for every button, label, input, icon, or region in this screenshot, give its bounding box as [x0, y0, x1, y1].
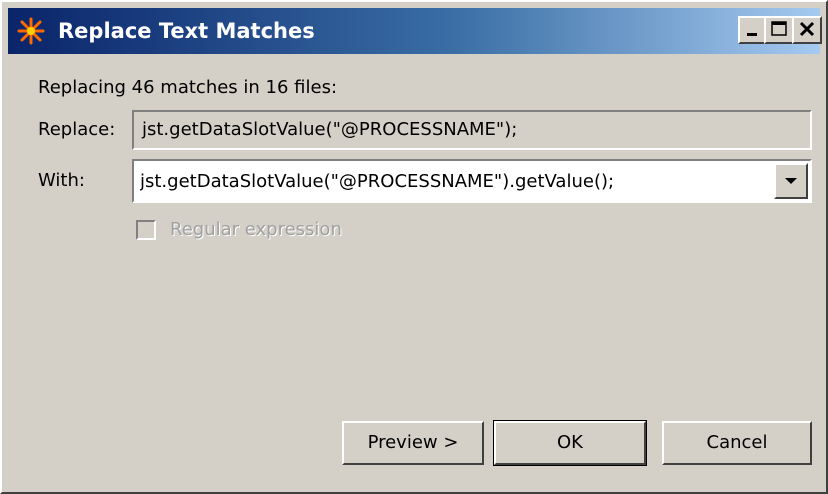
- replace-label: Replace:: [38, 119, 116, 140]
- replace-dialog: Replace Text Matches Replacing 46 matche…: [0, 0, 828, 494]
- close-button[interactable]: [792, 16, 822, 44]
- app-icon: [16, 16, 46, 46]
- ok-button[interactable]: OK: [493, 420, 647, 466]
- chevron-down-icon: [785, 178, 797, 184]
- regex-label: Regular expression: [170, 219, 342, 240]
- with-dropdown-button[interactable]: [774, 163, 808, 199]
- maximize-button[interactable]: [764, 16, 794, 44]
- cancel-button[interactable]: Cancel: [662, 421, 812, 465]
- summary-text: Replacing 46 matches in 16 files:: [38, 77, 338, 98]
- close-icon: [799, 21, 815, 37]
- replace-field: jst.getDataSlotValue("@PROCESSNAME");: [132, 110, 812, 150]
- with-label: With:: [38, 170, 85, 191]
- with-input[interactable]: [140, 163, 760, 199]
- regex-checkbox[interactable]: [136, 220, 156, 240]
- minimize-icon: [747, 33, 757, 36]
- maximize-icon: [771, 21, 787, 36]
- window-title: Replace Text Matches: [58, 19, 315, 43]
- replace-value: jst.getDataSlotValue("@PROCESSNAME");: [142, 119, 518, 140]
- preview-button[interactable]: Preview >: [342, 421, 484, 465]
- with-combobox[interactable]: [132, 159, 812, 203]
- title-bar[interactable]: Replace Text Matches: [8, 8, 822, 54]
